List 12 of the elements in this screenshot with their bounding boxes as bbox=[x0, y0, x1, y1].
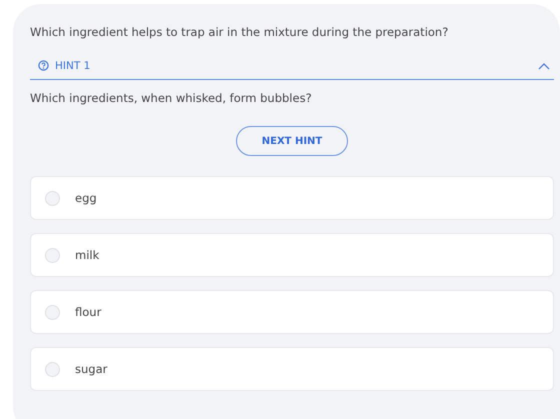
question-text: Which ingredient helps to trap air in the mixture during the preparation? bbox=[30, 24, 450, 40]
answer-option[interactable]: sugar bbox=[30, 347, 554, 391]
option-label: egg bbox=[75, 191, 97, 205]
option-label: flour bbox=[75, 305, 102, 319]
hint-text: Which ingredients, when whisked, form bubbles? bbox=[30, 90, 313, 106]
next-hint-button[interactable]: NEXT HINT bbox=[236, 126, 348, 156]
answer-option[interactable]: egg bbox=[30, 176, 554, 220]
answer-option[interactable]: flour bbox=[30, 290, 554, 334]
option-label: sugar bbox=[75, 362, 108, 376]
answer-option[interactable]: milk bbox=[30, 233, 554, 277]
hint-toggle[interactable]: HINT 1 bbox=[30, 52, 554, 80]
option-label: milk bbox=[75, 248, 100, 262]
